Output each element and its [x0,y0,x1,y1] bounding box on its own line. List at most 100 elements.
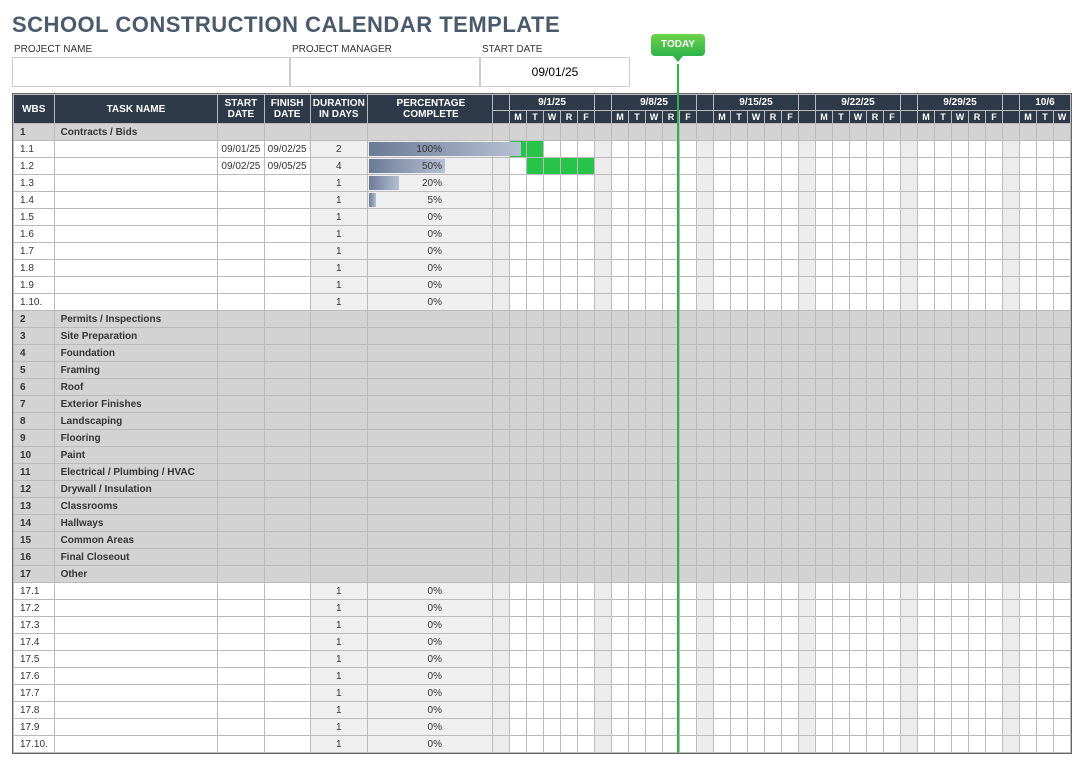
cell-duration[interactable]: 1 [310,651,367,668]
cell-finish[interactable] [264,209,310,226]
gantt-cell[interactable] [934,600,951,617]
gantt-cell[interactable] [917,583,934,600]
gantt-cell[interactable] [951,158,968,175]
gantt-cell[interactable] [526,294,543,311]
gantt-cell[interactable] [951,600,968,617]
gantt-cell[interactable] [781,226,798,243]
gantt-cell[interactable] [951,209,968,226]
cell-pct[interactable]: 0% [367,651,492,668]
gantt-cell[interactable] [526,651,543,668]
cell-wbs[interactable]: 17.2 [14,600,55,617]
gantt-cell[interactable] [866,294,883,311]
gantt-cell[interactable] [951,260,968,277]
gantt-cell[interactable] [730,192,747,209]
gantt-cell[interactable] [832,719,849,736]
cell-pct[interactable]: 20% [367,175,492,192]
gantt-cell[interactable] [866,260,883,277]
gantt-cell[interactable] [747,702,764,719]
gantt-cell[interactable] [747,668,764,685]
gantt-cell[interactable] [611,668,628,685]
gantt-cell[interactable] [866,209,883,226]
gantt-cell[interactable] [730,685,747,702]
gantt-cell[interactable] [1053,634,1070,651]
cell-start[interactable] [218,226,264,243]
gantt-cell[interactable] [628,668,645,685]
cell-pct[interactable]: 0% [367,243,492,260]
cell-finish[interactable] [264,634,310,651]
gantt-cell[interactable] [866,226,883,243]
gantt-cell[interactable] [713,175,730,192]
gantt-cell[interactable] [645,685,662,702]
gantt-cell[interactable] [1036,736,1053,753]
gantt-cell[interactable] [577,600,594,617]
gantt-cell[interactable] [679,294,696,311]
gantt-cell[interactable] [509,736,526,753]
gantt-cell[interactable] [509,226,526,243]
cell-start[interactable] [218,209,264,226]
gantt-cell[interactable] [883,583,900,600]
gantt-cell[interactable] [628,702,645,719]
gantt-cell[interactable] [1036,719,1053,736]
gantt-cell[interactable] [832,192,849,209]
gantt-cell[interactable] [713,583,730,600]
cell-duration[interactable]: 1 [310,175,367,192]
gantt-cell[interactable] [985,226,1002,243]
gantt-cell[interactable] [934,243,951,260]
gantt-cell[interactable] [849,583,866,600]
gantt-cell[interactable] [628,651,645,668]
gantt-cell[interactable] [985,668,1002,685]
cell-pct[interactable]: 0% [367,583,492,600]
gantt-cell[interactable] [628,736,645,753]
gantt-cell[interactable] [577,736,594,753]
gantt-cell[interactable] [713,158,730,175]
gantt-cell[interactable] [781,141,798,158]
gantt-cell[interactable] [1053,668,1070,685]
cell-wbs[interactable]: 17.1 [14,583,55,600]
gantt-cell[interactable] [679,668,696,685]
gantt-cell[interactable] [781,651,798,668]
gantt-cell[interactable] [1053,260,1070,277]
gantt-cell[interactable] [509,685,526,702]
cell-finish[interactable] [264,617,310,634]
gantt-cell[interactable] [832,702,849,719]
gantt-cell[interactable] [1019,736,1036,753]
gantt-cell[interactable] [866,277,883,294]
gantt-cell[interactable] [543,277,560,294]
gantt-cell[interactable] [781,583,798,600]
gantt-cell[interactable] [866,617,883,634]
gantt-cell[interactable] [832,634,849,651]
gantt-cell[interactable] [883,277,900,294]
gantt-cell[interactable] [526,209,543,226]
gantt-cell[interactable] [985,294,1002,311]
gantt-cell[interactable] [1053,294,1070,311]
gantt-cell[interactable] [645,600,662,617]
gantt-cell[interactable] [781,294,798,311]
gantt-cell[interactable] [849,634,866,651]
cell-start[interactable] [218,260,264,277]
gantt-cell[interactable] [543,702,560,719]
gantt-cell[interactable] [951,583,968,600]
gantt-cell[interactable] [713,668,730,685]
gantt-cell[interactable] [1053,583,1070,600]
gantt-cell[interactable] [577,141,594,158]
gantt-cell[interactable] [781,243,798,260]
gantt-cell[interactable] [645,719,662,736]
gantt-cell[interactable] [679,209,696,226]
gantt-cell[interactable] [849,294,866,311]
gantt-cell[interactable] [849,719,866,736]
gantt-cell[interactable] [526,736,543,753]
gantt-cell[interactable] [1019,685,1036,702]
gantt-cell[interactable] [611,634,628,651]
gantt-cell[interactable] [1019,175,1036,192]
gantt-cell[interactable] [628,158,645,175]
gantt-cell[interactable] [951,719,968,736]
gantt-cell[interactable] [968,617,985,634]
cell-task[interactable] [54,226,218,243]
gantt-cell[interactable] [577,294,594,311]
gantt-cell[interactable] [543,209,560,226]
gantt-cell[interactable] [628,243,645,260]
gantt-cell[interactable] [679,600,696,617]
gantt-cell[interactable] [934,141,951,158]
gantt-cell[interactable] [883,634,900,651]
gantt-cell[interactable] [1053,243,1070,260]
